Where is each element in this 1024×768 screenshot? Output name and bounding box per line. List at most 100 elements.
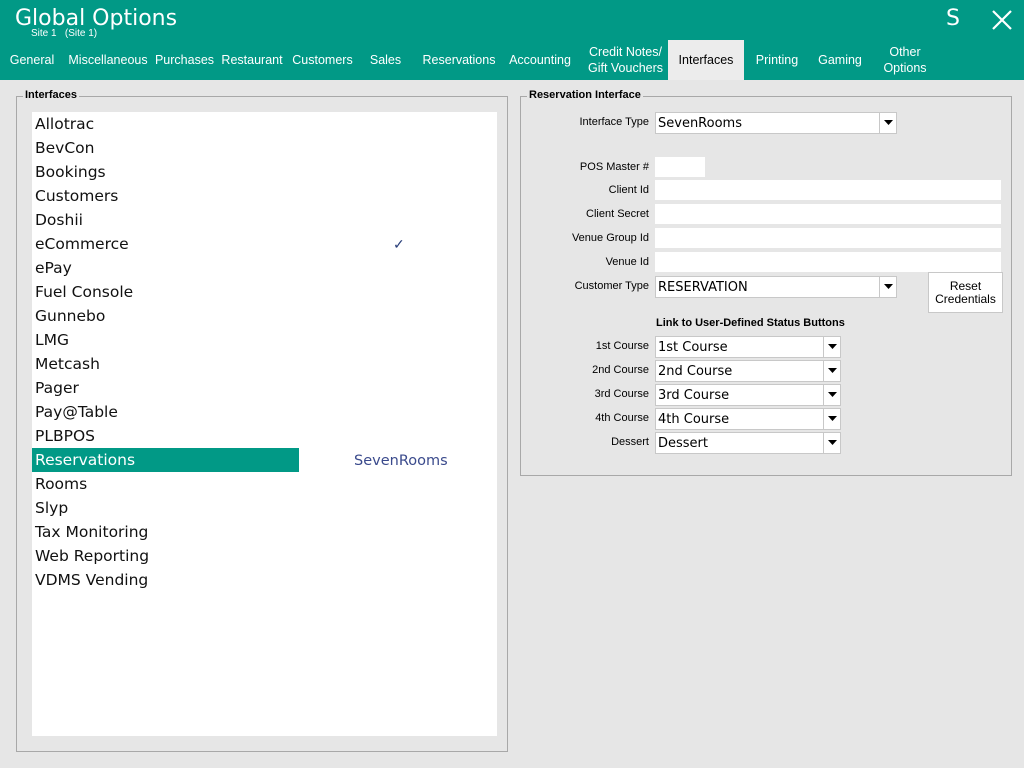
interface-type-label: Interface Type bbox=[579, 116, 649, 128]
list-item-label: Metcash bbox=[35, 355, 100, 373]
status-label-3rd-course: 3rd Course bbox=[594, 388, 649, 400]
close-icon[interactable] bbox=[989, 7, 1015, 33]
tab-credit-notes[interactable]: Credit Notes/ Gift Vouchers bbox=[583, 40, 668, 80]
customer-type-select[interactable]: RESERVATION bbox=[655, 276, 897, 298]
list-item-label: Pager bbox=[35, 379, 79, 397]
status-select-dessert[interactable]: Dessert bbox=[655, 432, 841, 454]
list-item-label: Pay@Table bbox=[35, 403, 118, 421]
status-label-1st-course: 1st Course bbox=[595, 340, 649, 352]
venue-group-id-field[interactable] bbox=[655, 228, 1001, 248]
status-select-value: 4th Course bbox=[658, 412, 730, 427]
status-label-2nd-course: 2nd Course bbox=[592, 364, 649, 376]
venue-id-label: Venue Id bbox=[605, 256, 649, 268]
list-item-label: Tax Monitoring bbox=[35, 523, 149, 541]
chevron-down-icon[interactable] bbox=[823, 433, 840, 453]
interface-type-select[interactable]: SevenRooms bbox=[655, 112, 897, 134]
list-item-label: Slyp bbox=[35, 499, 69, 517]
status-select-4th-course[interactable]: 4th Course bbox=[655, 408, 841, 430]
reset-credentials-button[interactable]: Reset Credentials bbox=[928, 272, 1003, 313]
list-item-label: LMG bbox=[35, 331, 70, 349]
venue-id-field[interactable] bbox=[655, 252, 1001, 272]
list-item-pager[interactable]: Pager bbox=[32, 376, 497, 400]
tab-miscellaneous[interactable]: Miscellaneous bbox=[64, 40, 152, 80]
list-item-fuel-console[interactable]: Fuel Console bbox=[32, 280, 497, 304]
list-item-allotrac[interactable]: Allotrac bbox=[32, 112, 497, 136]
tab-purchases[interactable]: Purchases bbox=[152, 40, 217, 80]
client-secret-field[interactable] bbox=[655, 204, 1001, 224]
tab-printing[interactable]: Printing bbox=[746, 40, 808, 80]
list-item-vdms-vending[interactable]: VDMS Vending bbox=[32, 568, 497, 592]
tab-restaurant[interactable]: Restaurant bbox=[217, 40, 287, 80]
list-item-label: Fuel Console bbox=[35, 283, 134, 301]
interface-type-value: SevenRooms bbox=[658, 116, 742, 131]
list-item-label: eCommerce bbox=[35, 235, 129, 253]
list-item-web-reporting[interactable]: Web Reporting bbox=[32, 544, 497, 568]
chevron-down-icon[interactable] bbox=[823, 361, 840, 381]
tab-general[interactable]: General bbox=[0, 40, 64, 80]
venue-group-id-label: Venue Group Id bbox=[571, 232, 649, 244]
list-item-label: Rooms bbox=[35, 475, 88, 493]
list-item-label: Reservations bbox=[35, 451, 136, 469]
tab-reservations[interactable]: Reservations bbox=[413, 40, 505, 80]
tab-sales[interactable]: Sales bbox=[358, 40, 413, 80]
list-item-label: Gunnebo bbox=[35, 307, 106, 325]
tab-accounting[interactable]: Accounting bbox=[505, 40, 575, 80]
list-item-label: BevCon bbox=[35, 139, 95, 157]
title-bar: Global Options Site 1 (Site 1) S General… bbox=[0, 0, 1024, 80]
list-item-epay[interactable]: ePay bbox=[32, 256, 497, 280]
tab-interfaces[interactable]: Interfaces bbox=[668, 40, 744, 80]
list-item-label: VDMS Vending bbox=[35, 571, 149, 589]
list-item-metcash[interactable]: Metcash bbox=[32, 352, 497, 376]
chevron-down-icon[interactable] bbox=[823, 337, 840, 357]
client-id-field[interactable] bbox=[655, 180, 1001, 200]
chevron-down-icon[interactable] bbox=[879, 277, 896, 297]
chevron-down-icon[interactable] bbox=[823, 385, 840, 405]
list-item-bevcon[interactable]: BevCon bbox=[32, 136, 497, 160]
site-subtitle: Site 1 (Site 1) bbox=[31, 28, 98, 39]
list-item-lmg[interactable]: LMG bbox=[32, 328, 497, 352]
status-select-value: Dessert bbox=[658, 436, 708, 451]
status-select-1st-course[interactable]: 1st Course bbox=[655, 336, 841, 358]
status-select-value: 1st Course bbox=[658, 340, 728, 355]
customer-type-value: RESERVATION bbox=[658, 280, 748, 295]
list-item-customers[interactable]: Customers bbox=[32, 184, 497, 208]
tab-bar: General Miscellaneous Purchases Restaura… bbox=[0, 40, 1024, 80]
status-label-4th-course: 4th Course bbox=[595, 412, 649, 424]
pos-master-field[interactable] bbox=[655, 157, 705, 177]
list-item-gunnebo[interactable]: Gunnebo bbox=[32, 304, 497, 328]
list-item-pay-at-table[interactable]: Pay@Table bbox=[32, 400, 497, 424]
status-select-2nd-course[interactable]: 2nd Course bbox=[655, 360, 841, 382]
status-buttons-section-title: Link to User-Defined Status Buttons bbox=[656, 317, 845, 329]
chevron-down-icon[interactable] bbox=[823, 409, 840, 429]
list-item-reservations[interactable]: Reservations SevenRooms bbox=[32, 448, 497, 472]
user-initial-button[interactable]: S bbox=[946, 6, 960, 31]
customer-type-label: Customer Type bbox=[574, 280, 649, 292]
client-secret-label: Client Secret bbox=[586, 208, 649, 220]
list-item-slyp[interactable]: Slyp bbox=[32, 496, 497, 520]
status-select-value: 2nd Course bbox=[658, 364, 733, 379]
list-item-bookings[interactable]: Bookings bbox=[32, 160, 497, 184]
list-item-ecommerce[interactable]: eCommerce ✓ bbox=[32, 232, 497, 256]
status-select-3rd-course[interactable]: 3rd Course bbox=[655, 384, 841, 406]
list-item-tax-monitoring[interactable]: Tax Monitoring bbox=[32, 520, 497, 544]
list-item-doshii[interactable]: Doshii bbox=[32, 208, 497, 232]
pos-master-label: POS Master # bbox=[579, 161, 649, 173]
interfaces-group-title: Interfaces bbox=[23, 89, 79, 101]
list-item-label: Doshii bbox=[35, 211, 83, 229]
status-select-value: 3rd Course bbox=[658, 388, 730, 403]
tab-customers[interactable]: Customers bbox=[287, 40, 358, 80]
chevron-down-icon[interactable] bbox=[879, 113, 896, 133]
tab-other-options[interactable]: Other Options bbox=[872, 40, 938, 80]
reservation-interface-group-title: Reservation Interface bbox=[527, 89, 643, 101]
checkmark-icon: ✓ bbox=[393, 236, 405, 252]
interfaces-list[interactable]: Allotrac BevCon Bookings Customers Doshi… bbox=[32, 112, 497, 736]
tab-gaming[interactable]: Gaming bbox=[808, 40, 872, 80]
list-item-label: Web Reporting bbox=[35, 547, 150, 565]
list-item-rooms[interactable]: Rooms bbox=[32, 472, 497, 496]
client-id-label: Client Id bbox=[608, 184, 649, 196]
list-item-label: ePay bbox=[35, 259, 72, 277]
list-item-label: PLBPOS bbox=[35, 427, 96, 445]
list-item-plbpos[interactable]: PLBPOS bbox=[32, 424, 497, 448]
list-item-label: Allotrac bbox=[35, 115, 95, 133]
status-label-dessert: Dessert bbox=[611, 436, 649, 448]
